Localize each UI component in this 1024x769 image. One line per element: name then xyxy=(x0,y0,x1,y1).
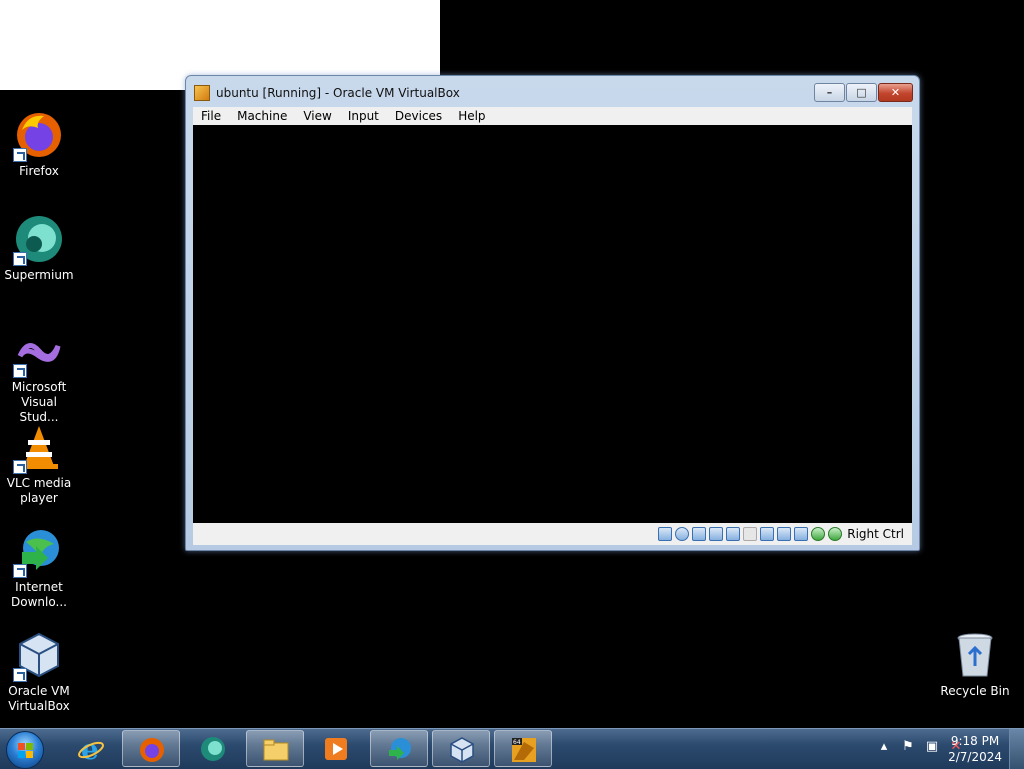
svg-text:64: 64 xyxy=(513,739,521,746)
minimize-icon: – xyxy=(826,86,833,99)
close-icon: ✕ xyxy=(890,86,901,99)
desktop-icon-vlc[interactable]: VLC media player xyxy=(0,422,78,506)
desktop-icon-label: Microsoft xyxy=(11,380,67,394)
windows-logo-icon xyxy=(18,743,34,759)
internet-explorer-icon: e xyxy=(78,735,104,763)
shortcut-arrow-icon xyxy=(13,148,27,162)
folder-icon xyxy=(263,739,289,761)
virtualbox-vm-window[interactable]: ubuntu [Running] - Oracle VM VirtualBox … xyxy=(185,75,920,551)
desktop-icon-label: Recycle Bin xyxy=(940,684,1010,698)
network-icon[interactable]: ▣ xyxy=(924,739,940,755)
show-desktop-button[interactable] xyxy=(1009,729,1024,769)
close-button[interactable]: ✕ xyxy=(878,83,913,102)
virtualbox-cube-icon xyxy=(13,630,64,682)
video-capture-icon[interactable] xyxy=(777,527,791,541)
taskbar-virtualbox[interactable] xyxy=(432,730,490,767)
shortcut-arrow-icon xyxy=(13,668,27,682)
menu-file[interactable]: File xyxy=(193,109,229,123)
clock[interactable]: 9:18 PM 2/7/2024 xyxy=(948,733,1002,765)
vlc-cone-icon xyxy=(13,422,64,474)
show-hidden-icons-icon[interactable]: ▴ xyxy=(876,739,892,755)
guest-additions-icon[interactable] xyxy=(811,527,825,541)
menu-machine[interactable]: Machine xyxy=(229,109,295,123)
taskbar-media-player[interactable] xyxy=(307,730,365,767)
menu-input[interactable]: Input xyxy=(340,109,387,123)
desktop-icon-virtualbox[interactable]: Oracle VM VirtualBox xyxy=(0,630,78,714)
menu-bar: File Machine View Input Devices Help xyxy=(193,107,912,125)
action-center-flag-icon[interactable]: ⚑ xyxy=(900,739,916,755)
desktop-icon-supermium[interactable]: Supermium xyxy=(0,214,78,283)
menu-help[interactable]: Help xyxy=(450,109,493,123)
host-key-label: Right Ctrl xyxy=(847,527,904,541)
window-titlebar[interactable]: ubuntu [Running] - Oracle VM VirtualBox xyxy=(194,82,814,104)
clock-date: 2/7/2024 xyxy=(948,750,1002,764)
shortcut-arrow-icon xyxy=(13,252,27,266)
desktop-icon-label: Supermium xyxy=(4,268,74,282)
desktop-icon-label: Firefox xyxy=(19,164,59,178)
taskbar: e 64 ▴ ⚑ ▣ ✕ 9:18 PM 2/7/2024 xyxy=(0,728,1024,769)
optical-drive-icon[interactable] xyxy=(675,527,689,541)
clock-time: 9:18 PM xyxy=(950,734,1000,748)
shortcut-arrow-icon xyxy=(13,364,27,378)
desktop-icon-visual-studio[interactable]: Microsoft Visual Stud... xyxy=(0,326,78,425)
usb-icon[interactable] xyxy=(726,527,740,541)
shortcut-arrow-icon xyxy=(13,564,27,578)
visual-studio-icon xyxy=(13,326,64,378)
hard-disk-icon[interactable] xyxy=(658,527,672,541)
desktop-icon-label: VLC media xyxy=(6,476,72,490)
desktop-icon-label: Oracle VM xyxy=(8,684,70,698)
desktop-icon-firefox[interactable]: Firefox xyxy=(0,110,78,179)
internet-download-manager-icon xyxy=(13,526,64,578)
virtualbox-vm-icon: 64 xyxy=(512,738,536,762)
window-title: ubuntu [Running] - Oracle VM VirtualBox xyxy=(216,86,460,100)
desktop-icon-label: Internet xyxy=(15,580,63,594)
vm-display[interactable] xyxy=(193,125,912,523)
firefox-icon xyxy=(140,738,164,762)
virtualbox-cube-icon xyxy=(450,737,474,763)
display-icon[interactable] xyxy=(760,527,774,541)
taskbar-internet-download-manager[interactable] xyxy=(370,730,428,767)
taskbar-supermium[interactable] xyxy=(184,730,242,767)
audio-icon[interactable] xyxy=(692,527,706,541)
firefox-icon xyxy=(13,110,64,162)
supermium-icon xyxy=(201,737,225,761)
network-icon[interactable] xyxy=(709,527,723,541)
mouse-integration-icon[interactable] xyxy=(794,527,808,541)
media-player-icon xyxy=(325,738,347,760)
taskbar-internet-explorer[interactable]: e xyxy=(62,730,120,767)
maximize-icon: □ xyxy=(856,86,867,99)
status-bar: Right Ctrl xyxy=(193,523,912,545)
desktop-icon-recycle-bin[interactable]: Recycle Bin xyxy=(936,630,1014,699)
keyboard-capture-icon[interactable] xyxy=(828,527,842,541)
desktop-icon-label: Downlo... xyxy=(11,595,67,609)
desktop-icon-internet-download-manager[interactable]: Internet Downlo... xyxy=(0,526,78,610)
desktop-icon-label: player xyxy=(20,491,58,505)
start-button[interactable] xyxy=(6,731,44,769)
desktop-icon-label: Visual Stud... xyxy=(19,395,59,424)
supermium-icon xyxy=(13,214,64,266)
taskbar-virtualbox-vm-running[interactable]: 64 xyxy=(494,730,552,767)
virtualbox-app-icon xyxy=(194,85,210,101)
maximize-button[interactable]: □ xyxy=(846,83,877,102)
internet-download-manager-icon xyxy=(389,738,411,760)
taskbar-file-explorer[interactable] xyxy=(246,730,304,767)
minimize-button[interactable]: – xyxy=(814,83,845,102)
shared-folders-icon[interactable] xyxy=(743,527,757,541)
recycle-bin-icon xyxy=(950,630,1000,680)
desktop-icon-label: VirtualBox xyxy=(8,699,70,713)
menu-devices[interactable]: Devices xyxy=(387,109,450,123)
taskbar-firefox[interactable] xyxy=(122,730,180,767)
shortcut-arrow-icon xyxy=(13,460,27,474)
menu-view[interactable]: View xyxy=(295,109,339,123)
